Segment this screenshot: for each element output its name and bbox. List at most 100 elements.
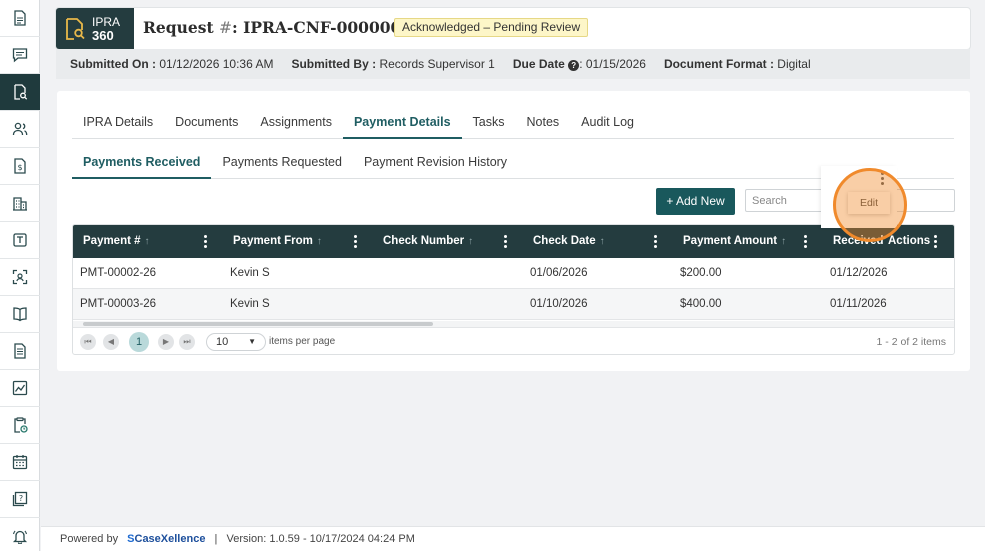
version-info: | Version: 1.0.59 - 10/17/2024 04:24 PM xyxy=(214,533,415,545)
format-value: Digital xyxy=(777,57,811,71)
cell-payment-no: PMT-00003-26 xyxy=(80,298,157,310)
cell-payment-from: Kevin S xyxy=(230,267,270,279)
nav-schedule[interactable] xyxy=(0,407,40,444)
nav-notifications[interactable] xyxy=(0,518,40,551)
ipra360-logo: IPRA 360 xyxy=(56,8,134,49)
tab-audit-log[interactable]: Audit Log xyxy=(570,103,645,139)
submitted-by: Submitted By : Records Supervisor 1 xyxy=(291,57,494,71)
column-label: Payment From xyxy=(233,235,313,247)
column-label: Payment # xyxy=(83,235,141,247)
next-page-icon[interactable]: ▶ xyxy=(158,334,174,350)
pager-info: 1 - 2 of 2 items xyxy=(876,336,946,348)
logo-line1: IPRA xyxy=(92,14,121,29)
page-number[interactable]: 1 xyxy=(129,332,149,352)
document-search-icon xyxy=(66,17,85,40)
help-circle-icon[interactable]: ? xyxy=(568,60,580,71)
sort-arrow-icon: ↑ xyxy=(144,236,150,247)
nav-scan[interactable] xyxy=(0,259,40,296)
title-hash: # xyxy=(219,19,232,37)
tab-assignments[interactable]: Assignments xyxy=(249,103,343,139)
chevron-down-icon: ▼ xyxy=(248,337,256,346)
nav-calendar[interactable] xyxy=(0,444,40,481)
cell-check-date: 01/06/2026 xyxy=(530,267,588,279)
status-badge: Acknowledged – Pending Review xyxy=(394,18,589,37)
nav-users[interactable] xyxy=(0,111,40,148)
last-page-icon[interactable]: ⏭ xyxy=(179,334,195,350)
tab-notes[interactable]: Notes xyxy=(516,103,571,139)
nav-messages[interactable] xyxy=(0,37,40,74)
add-new-button[interactable]: + Add New xyxy=(656,188,735,215)
cell-payment-no: PMT-00002-26 xyxy=(80,267,157,279)
tab-tasks[interactable]: Tasks xyxy=(462,103,516,139)
powered-by-label: Powered by xyxy=(60,533,119,545)
tab-ipra-details[interactable]: IPRA Details xyxy=(72,103,164,139)
title-prefix: Request xyxy=(143,18,219,37)
submitted-on-label: Submitted On : xyxy=(70,57,156,71)
column-menu-icon[interactable] xyxy=(934,235,937,248)
logo-line2: 360 xyxy=(92,27,114,43)
column-header-payment-from[interactable]: Payment From ↑ xyxy=(233,225,322,258)
column-header-check-date[interactable]: Check Date ↑ xyxy=(533,225,605,258)
sort-arrow-icon: ↑ xyxy=(599,236,605,247)
due-date: Due Date ?: 01/15/2026 xyxy=(513,57,646,71)
click-highlight xyxy=(833,168,907,242)
report-icon xyxy=(14,343,26,359)
sort-arrow-icon: ↑ xyxy=(468,236,474,247)
chart-icon xyxy=(12,380,28,396)
document-icon xyxy=(14,10,26,26)
column-menu-icon[interactable] xyxy=(654,235,657,248)
column-header-payment-no[interactable]: Payment # ↑ xyxy=(83,225,150,258)
subtab-payments-requested[interactable]: Payments Requested xyxy=(211,143,353,179)
nav-help[interactable]: ? xyxy=(0,481,40,518)
submitted-by-label: Submitted By : xyxy=(291,57,377,71)
request-meta-bar: Submitted On : 01/12/2026 10:36 AM Submi… xyxy=(56,49,970,79)
clipboard-clock-icon xyxy=(14,417,28,433)
nav-invoices[interactable]: $ xyxy=(0,148,40,185)
cell-payment-amount: $400.00 xyxy=(680,298,722,310)
document-search-icon xyxy=(14,84,28,100)
prev-page-icon[interactable]: ◀ xyxy=(103,334,119,350)
brand-name: CaseXellence xyxy=(134,533,206,545)
column-menu-icon[interactable] xyxy=(504,235,507,248)
nav-reports[interactable] xyxy=(0,333,40,370)
format-label: Document Format : xyxy=(663,57,774,71)
first-page-icon[interactable]: ⏮ xyxy=(80,334,96,350)
payment-details-card: IPRA Details Documents Assignments Payme… xyxy=(57,91,970,371)
cell-payment-amount: $200.00 xyxy=(680,267,722,279)
request-header: IPRA 360 Request #: IPRA-CNF-0000009-26 … xyxy=(56,8,970,49)
nav-organizations[interactable] xyxy=(0,185,40,222)
scan-user-icon xyxy=(12,269,28,285)
column-header-check-number[interactable]: Check Number ↑ xyxy=(383,225,473,258)
nav-analytics[interactable] xyxy=(0,370,40,407)
bell-icon xyxy=(12,530,28,544)
invoice-icon: $ xyxy=(14,158,26,174)
casexellence-logo-icon: S xyxy=(127,533,135,545)
footer: Powered by SCaseXellence | Version: 1.0.… xyxy=(41,526,985,551)
request-tabs: IPRA Details Documents Assignments Payme… xyxy=(72,103,954,139)
cell-received: 01/12/2026 xyxy=(830,267,888,279)
column-header-payment-amount[interactable]: Payment Amount ↑ xyxy=(683,225,786,258)
tab-documents[interactable]: Documents xyxy=(164,103,249,139)
nav-requests[interactable] xyxy=(0,74,40,111)
table-row: PMT-00003-26 Kevin S 01/10/2026 $400.00 … xyxy=(73,289,954,320)
cell-check-date: 01/10/2026 xyxy=(530,298,588,310)
submitted-on-value: 01/12/2026 10:36 AM xyxy=(159,57,274,71)
nav-documents[interactable] xyxy=(0,0,40,37)
due-date-value: : 01/15/2026 xyxy=(579,57,646,71)
nav-library[interactable] xyxy=(0,296,40,333)
scrollbar-thumb[interactable] xyxy=(83,322,433,326)
page-size-value: 10 xyxy=(216,336,229,348)
calendar-icon xyxy=(12,455,28,470)
payments-grid: Payment # ↑ Payment From ↑ Check Number ↑ C… xyxy=(72,224,955,355)
building-icon xyxy=(13,197,27,211)
column-menu-icon[interactable] xyxy=(354,235,357,248)
template-icon xyxy=(13,233,27,247)
column-menu-icon[interactable] xyxy=(204,235,207,248)
subtab-payment-revision-history[interactable]: Payment Revision History xyxy=(353,143,518,179)
column-menu-icon[interactable] xyxy=(804,235,807,248)
subtab-payments-received[interactable]: Payments Received xyxy=(72,143,212,179)
page-size-select[interactable]: 10 ▼ xyxy=(206,333,266,351)
due-date-label: Due Date xyxy=(512,57,565,71)
nav-templates[interactable] xyxy=(0,222,40,259)
tab-payment-details[interactable]: Payment Details xyxy=(342,103,462,139)
